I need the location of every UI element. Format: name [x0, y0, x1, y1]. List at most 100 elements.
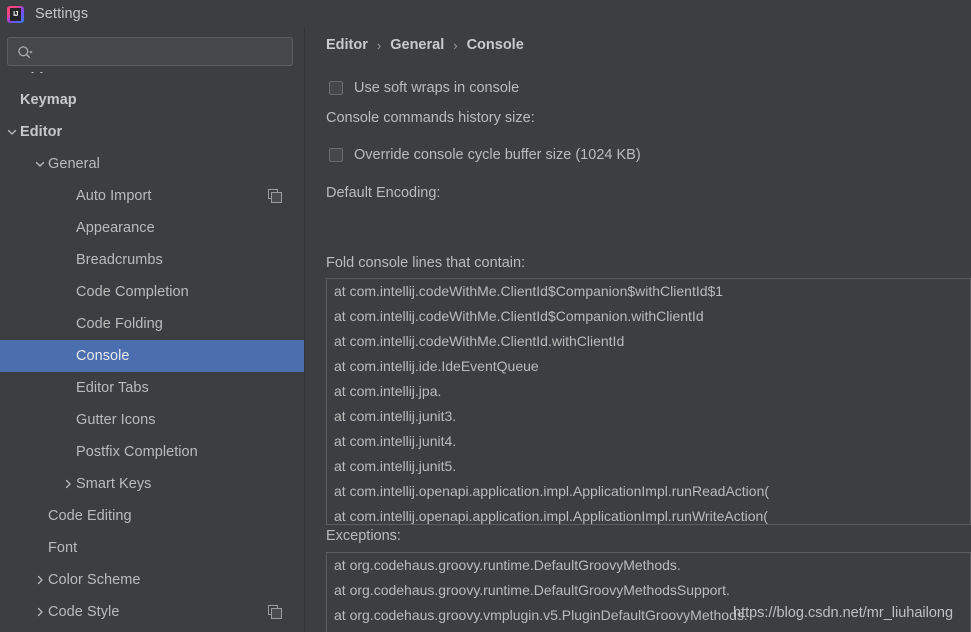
sidebar-item-label: Auto Import: [76, 188, 152, 204]
sidebar-item-code-completion[interactable]: Code Completion: [0, 276, 304, 308]
breadcrumb-item: Console: [466, 37, 524, 53]
sidebar-item-console[interactable]: Console: [0, 340, 304, 372]
history-size-row: Console commands history size:: [326, 110, 535, 126]
list-item[interactable]: at com.intellij.codeWithMe.ClientId$Comp…: [327, 279, 970, 304]
chevron-down-icon[interactable]: [32, 148, 48, 180]
sidebar-item-label: Code Folding: [76, 316, 163, 332]
cycle-buffer-row[interactable]: Override console cycle buffer size (1024…: [329, 147, 641, 163]
breadcrumb-item: Editor: [326, 37, 368, 53]
list-item[interactable]: at org.codehaus.groovy.runtime.DefaultGr…: [327, 553, 970, 578]
list-item[interactable]: at com.intellij.codeWithMe.ClientId.with…: [327, 329, 970, 354]
soft-wraps-label: Use soft wraps in console: [354, 80, 520, 96]
sidebar-item-label: General: [48, 156, 100, 172]
sidebar-item-auto-import[interactable]: Auto Import: [0, 180, 304, 212]
sidebar-item-label: Font: [48, 540, 78, 556]
cycle-buffer-checkbox[interactable]: [329, 148, 343, 162]
settings-dialog: IJ Settings Appearance & Behavior Keymap E…: [0, 0, 971, 632]
sidebar-item-label: Editor: [20, 124, 63, 140]
sidebar-item-breadcrumbs[interactable]: Breadcrumbs: [0, 244, 304, 276]
sidebar-item-label: Color Scheme: [48, 572, 141, 588]
sidebar-scrollbar-track[interactable]: [290, 72, 589, 632]
breadcrumb-separator: ›: [376, 37, 382, 53]
sidebar-item-label: Breadcrumbs: [76, 252, 163, 268]
chevron-right-icon[interactable]: [32, 564, 48, 596]
encoding-label: Default Encoding:: [326, 185, 441, 201]
sidebar-item-keymap[interactable]: Keymap: [0, 84, 304, 116]
cycle-buffer-label: Override console cycle buffer size (1024…: [354, 147, 641, 163]
sidebar-item-code-style[interactable]: Code Style: [0, 596, 304, 628]
soft-wraps-row[interactable]: Use soft wraps in console: [329, 80, 519, 96]
sidebar-item-code-folding[interactable]: Code Folding: [0, 308, 304, 340]
settings-sidebar: Appearance & Behavior Keymap Editor General…: [0, 28, 589, 632]
console-settings-panel: Editor › General › Console Use soft wraps in…: [305, 28, 971, 632]
intellij-logo-icon: IJ: [7, 5, 24, 23]
sidebar-item-appearance[interactable]: Appearance: [0, 212, 304, 244]
list-item[interactable]: at org.codehaus.groovy.vmplugin.v5.Plugi…: [327, 603, 970, 628]
sidebar-item-editor-tabs[interactable]: Editor Tabs: [0, 372, 304, 404]
sidebar-item-label: Appearance: [76, 220, 155, 236]
list-item[interactable]: at com.intellij.codeWithMe.ClientId$Comp…: [327, 304, 970, 329]
fold-lines-list[interactable]: at com.intellij.codeWithMe.ClientId$Comp…: [326, 278, 971, 525]
sidebar-item-appearance-behavior[interactable]: Appearance & Behavior: [0, 72, 304, 84]
sidebar-item-label: Postfix Completion: [76, 444, 198, 460]
chevron-down-icon[interactable]: [4, 116, 20, 148]
history-size-label: Console commands history size:: [326, 110, 535, 126]
sidebar-item-label: Gutter Icons: [76, 412, 156, 428]
list-item[interactable]: at com.intellij.junit4.: [327, 429, 970, 454]
sidebar-item-font[interactable]: Font: [0, 532, 304, 564]
search-icon: [17, 45, 33, 61]
sidebar-item-postfix-completion[interactable]: Postfix Completion: [0, 436, 304, 468]
copy-settings-icon[interactable]: [268, 605, 282, 619]
list-item[interactable]: at com.intellij.ide.IdeEventQueue: [327, 354, 970, 379]
fold-lines-label: Fold console lines that contain:: [326, 255, 526, 271]
sidebar-item-gutter-icons[interactable]: Gutter Icons: [0, 404, 304, 436]
exceptions-label: Exceptions:: [326, 528, 401, 544]
sidebar-item-label: Editor Tabs: [76, 380, 149, 396]
logo-text: IJ: [10, 7, 21, 21]
sidebar-item-color-scheme[interactable]: Color Scheme: [0, 564, 304, 596]
chevron-right-icon[interactable]: [32, 596, 48, 628]
sidebar-item-label: Console: [76, 348, 130, 364]
breadcrumb-item: General: [390, 37, 445, 53]
settings-tree: Appearance & Behavior Keymap Editor General…: [0, 72, 304, 632]
list-item[interactable]: at com.intellij.openapi.application.impl…: [327, 479, 970, 504]
exceptions-list[interactable]: at org.codehaus.groovy.runtime.DefaultGr…: [326, 552, 971, 632]
sidebar-item-general[interactable]: General: [0, 148, 304, 180]
search-field-wrapper: [7, 37, 293, 67]
sidebar-item-smart-keys[interactable]: Smart Keys: [0, 468, 304, 500]
copy-settings-icon[interactable]: [268, 189, 282, 203]
search-input[interactable]: [38, 38, 292, 67]
window-title: Settings: [35, 6, 89, 22]
list-item[interactable]: at org.codehaus.groovy.runtime.DefaultGr…: [327, 578, 970, 603]
sidebar-item-code-editing[interactable]: Code Editing: [0, 500, 304, 532]
sidebar-item-label: Appearance & Behavior: [20, 72, 185, 74]
sidebar-item-label: Code Style: [48, 604, 120, 620]
soft-wraps-checkbox[interactable]: [329, 81, 343, 95]
breadcrumb: Editor › General › Console: [326, 37, 524, 53]
chevron-right-icon[interactable]: [60, 468, 76, 500]
sidebar-item-label: Code Editing: [48, 508, 132, 524]
list-item[interactable]: at com.intellij.jpa.: [327, 379, 970, 404]
encoding-row: Default Encoding:: [326, 185, 440, 201]
search-box[interactable]: [7, 37, 293, 67]
sidebar-item-label: Smart Keys: [76, 476, 152, 492]
sidebar-item-editor[interactable]: Editor: [0, 116, 304, 148]
list-item[interactable]: at com.intellij.openapi.application.impl…: [327, 504, 970, 524]
sidebar-item-label: Code Completion: [76, 284, 189, 300]
list-item[interactable]: at com.intellij.junit5.: [327, 454, 970, 479]
title-bar: IJ Settings: [0, 0, 971, 28]
list-item[interactable]: at com.intellij.junit3.: [327, 404, 970, 429]
